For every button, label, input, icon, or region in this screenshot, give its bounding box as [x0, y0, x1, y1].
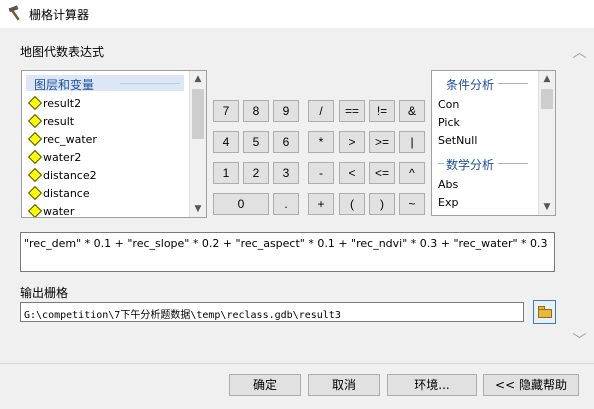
key-1[interactable]: 1 [213, 162, 239, 184]
key-not[interactable]: ~ [399, 193, 425, 215]
raster-layer-icon [27, 113, 43, 129]
key-8[interactable]: 8 [243, 100, 269, 122]
key-and[interactable]: & [399, 100, 425, 122]
key-minus[interactable]: - [308, 162, 334, 184]
raster-layer-icon [27, 185, 43, 201]
raster-layer-icon [27, 149, 43, 165]
scroll-down-icon[interactable]: ▼ [539, 199, 555, 215]
key-6[interactable]: 6 [273, 131, 299, 153]
raster-layer-icon [27, 203, 43, 217]
scrollbar-thumb[interactable] [541, 89, 553, 109]
key-2[interactable]: 2 [243, 162, 269, 184]
layer-item-result[interactable]: result [26, 113, 186, 131]
layers-header: 图层和变量 [26, 75, 184, 92]
layer-item-result2[interactable]: result2 [26, 95, 186, 113]
function-item-abs[interactable]: Abs [438, 178, 458, 191]
panel-scrollbar[interactable]: ︿ ﹀ [565, 28, 594, 363]
function-item-setnull[interactable]: SetNull [438, 134, 477, 147]
scroll-down-icon[interactable]: ▼ [190, 201, 206, 217]
key-plus[interactable]: + [308, 193, 334, 215]
scrollbar-thumb[interactable] [192, 89, 204, 139]
scroll-up-icon[interactable]: ▲ [190, 71, 206, 87]
conditional-header: 条件分析 [446, 78, 495, 92]
output-raster-value: G:\competition\7下午分析题数据\temp\reclass.gdb… [24, 310, 341, 321]
key-greater-equal[interactable]: >= [369, 131, 395, 153]
expression-text: "rec_dem" * 0.1 + "rec_slope" * 0.2 + "r… [24, 237, 548, 250]
key-greater[interactable]: > [339, 131, 365, 153]
key-equal[interactable]: == [339, 100, 365, 122]
layers-scrollbar[interactable]: ▲ ▼ [189, 71, 206, 217]
scroll-up-icon[interactable]: ▲ [539, 71, 555, 87]
functions-listbox[interactable]: 条件分析 Con Pick SetNull 数学分析 Abs Exp ▲ ▼ [431, 70, 556, 216]
key-9[interactable]: 9 [273, 100, 299, 122]
output-raster-input[interactable]: G:\competition\7下午分析题数据\temp\reclass.gdb… [20, 302, 524, 322]
expression-textarea[interactable]: "rec_dem" * 0.1 + "rec_slope" * 0.2 + "r… [20, 232, 555, 272]
layer-item-distance[interactable]: distance [26, 185, 186, 203]
layer-item-rec-water[interactable]: rec_water [26, 131, 186, 149]
layer-item-distance2[interactable]: distance2 [26, 167, 186, 185]
math-header: 数学分析 [446, 158, 495, 172]
raster-layer-icon [27, 95, 43, 111]
raster-layer-icon [27, 131, 43, 147]
window-title: 栅格计算器 [29, 8, 90, 22]
function-item-pick[interactable]: Pick [438, 116, 460, 129]
layer-item-water[interactable]: water [26, 203, 186, 217]
key-7[interactable]: 7 [213, 100, 239, 122]
key-3[interactable]: 3 [273, 162, 299, 184]
key-less-equal[interactable]: <= [369, 162, 395, 184]
map-algebra-label: 地图代数表达式 [20, 45, 105, 59]
title-bar: 栅格计算器 [0, 0, 594, 28]
hide-help-button[interactable]: << 隐藏帮助 [483, 374, 579, 396]
key-not-equal[interactable]: != [369, 100, 395, 122]
function-item-con[interactable]: Con [438, 98, 459, 111]
output-raster-label: 输出栅格 [20, 286, 69, 300]
function-item-exp[interactable]: Exp [438, 196, 458, 209]
key-or[interactable]: | [399, 131, 425, 153]
key-open-paren[interactable]: ( [339, 193, 365, 215]
key-divide[interactable]: / [308, 100, 334, 122]
key-5[interactable]: 5 [243, 131, 269, 153]
key-less[interactable]: < [339, 162, 365, 184]
layer-item-water2[interactable]: water2 [26, 149, 186, 167]
key-close-paren[interactable]: ) [369, 193, 395, 215]
raster-layer-icon [27, 167, 43, 183]
cancel-button[interactable]: 取消 [308, 374, 380, 396]
layers-listbox[interactable]: 图层和变量 result2 result rec_water water2 di… [21, 70, 207, 218]
main-content: 地图代数表达式 图层和变量 result2 result rec_water w… [0, 28, 565, 363]
key-multiply[interactable]: * [308, 131, 334, 153]
button-bar: 确定 取消 环境... << 隐藏帮助 [0, 363, 594, 409]
environments-button[interactable]: 环境... [387, 374, 477, 396]
chevron-down-icon[interactable]: ﹀ [565, 330, 594, 350]
hammer-icon [8, 5, 20, 21]
key-xor[interactable]: ^ [399, 162, 425, 184]
key-4[interactable]: 4 [213, 131, 239, 153]
browse-button[interactable] [533, 300, 556, 324]
key-0[interactable]: 0 [213, 193, 269, 215]
functions-scrollbar[interactable]: ▲ ▼ [538, 71, 555, 215]
key-decimal[interactable]: . [273, 193, 299, 215]
ok-button[interactable]: 确定 [229, 374, 301, 396]
chevron-up-icon[interactable]: ︿ [565, 42, 594, 62]
